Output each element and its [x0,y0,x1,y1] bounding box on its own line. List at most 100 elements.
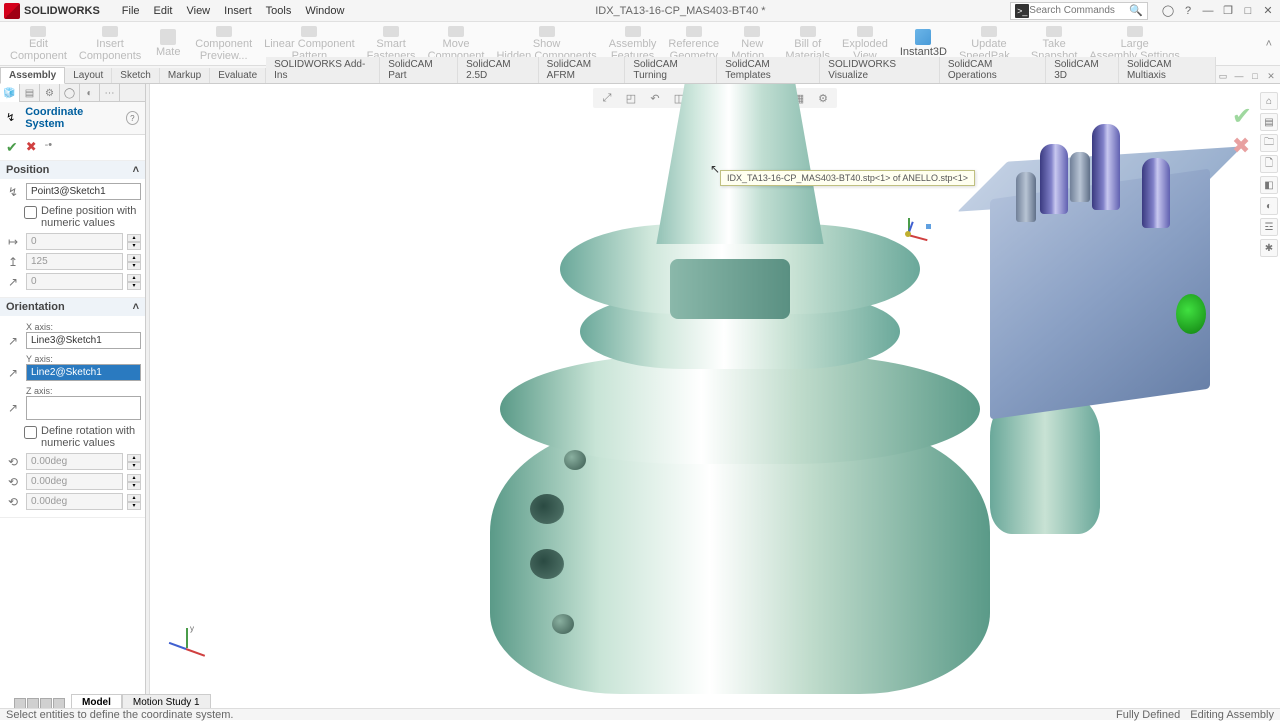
ribbon-expand-icon[interactable]: ˄ [1262,34,1276,54]
pm-tab-display[interactable]: ◯ [60,84,80,102]
cm-tab-solidcam-part[interactable]: SolidCAM Part [380,57,458,83]
pm-tab-config[interactable]: ⚙ [40,84,60,102]
menu-edit[interactable]: Edit [148,3,179,19]
model-screw[interactable] [552,614,574,634]
taskpane-view-palette-icon[interactable]: ◧ [1260,176,1278,194]
z-axis-selection-field[interactable] [26,396,141,420]
rot-y-spinner[interactable]: ▴▾ [127,474,141,490]
user-icon[interactable]: ◯ [1160,3,1176,19]
cm-collapse-icon[interactable]: ▭ [1216,69,1230,83]
model-bore-green[interactable] [1176,294,1206,334]
model-pin[interactable] [1040,144,1068,214]
collapse-icon[interactable]: ˄ [133,164,139,176]
cm-close-icon[interactable]: ✕ [1264,69,1278,83]
taskpane-file-explorer-icon[interactable]: 🗋 [1260,155,1278,173]
pm-orientation-header[interactable]: Orientation ˄ [0,298,145,316]
taskpane-custom-props-icon[interactable]: ☲ [1260,218,1278,236]
model-hole[interactable] [530,494,564,524]
menu-insert[interactable]: Insert [218,3,258,19]
pm-tab-more[interactable]: ⋯ [100,84,120,102]
ribbon-component[interactable]: ComponentPreview... [189,24,258,64]
pos-y-spinner[interactable]: ▴▾ [127,254,141,270]
model-screw[interactable] [564,450,586,470]
cm-tab-solidworks-visualize[interactable]: SOLIDWORKS Visualize [820,57,940,83]
pm-position-header[interactable]: Position ˄ [0,161,145,179]
taskpane-forum-icon[interactable]: ✱ [1260,239,1278,257]
pm-tab-feature[interactable]: 🧊 [0,84,20,102]
cm-tab-solidcam-afrm[interactable]: SolidCAM AFRM [539,57,626,83]
define-position-numeric-input[interactable] [24,206,37,219]
rot-z-field[interactable]: 0.00deg [26,493,123,510]
define-rotation-numeric-checkbox[interactable]: Define rotation with numeric values [4,423,141,453]
pos-x-field[interactable]: 0 [26,233,123,250]
close-icon[interactable]: ✕ [1260,3,1276,19]
collapse-icon[interactable]: ˄ [133,301,139,313]
cm-tab-solidcam-templates[interactable]: SolidCAM Templates [717,57,820,83]
ribbon-mate[interactable]: Mate [147,24,189,64]
cm-tab-solidcam-3d[interactable]: SolidCAM 3D [1046,57,1119,83]
cm-tab-evaluate[interactable]: Evaluate [210,68,266,83]
reverse-z-icon[interactable]: ↗ [4,400,22,416]
rot-x-field[interactable]: 0.00deg [26,453,123,470]
model-part[interactable] [670,259,790,319]
y-axis-selection-field[interactable]: Line2@Sketch1 [26,364,141,381]
menu-window[interactable]: Window [299,3,350,19]
reference-triad[interactable]: y [168,628,208,668]
menu-file[interactable]: File [116,3,146,19]
cm-tab-assembly[interactable]: Assembly [0,67,65,84]
cm-tab-markup[interactable]: Markup [160,68,210,83]
ribbon-insert[interactable]: InsertComponents [73,24,147,64]
ribbon-edit[interactable]: EditComponent [4,24,73,64]
taskpane-home-icon[interactable]: ⌂ [1260,92,1278,110]
rot-y-field[interactable]: 0.00deg [26,473,123,490]
cm-tab-solidcam-operations[interactable]: SolidCAM Operations [940,57,1046,83]
pos-z-spinner[interactable]: ▴▾ [127,274,141,290]
taskpane-appearances-icon[interactable]: ◐ [1260,197,1278,215]
model-part[interactable] [500,354,980,464]
pos-y-field[interactable]: 125 [26,253,123,270]
pm-cancel-button[interactable]: ✖ [26,139,37,156]
origin-point-icon[interactable] [905,231,911,237]
help-icon[interactable]: ? [1180,3,1196,19]
model-part[interactable] [630,84,850,244]
model-pin[interactable] [1070,152,1090,202]
cm-min-icon[interactable]: — [1232,69,1246,83]
taskpane-resources-icon[interactable]: ▤ [1260,113,1278,131]
position-selection-field[interactable]: Point3@Sketch1 [26,183,141,200]
origin-triad[interactable] [900,232,930,262]
search-icon[interactable]: 🔍 [1129,4,1143,17]
model-pin[interactable] [1016,172,1036,222]
reverse-y-icon[interactable]: ↗ [4,365,22,381]
define-position-numeric-checkbox[interactable]: Define position with numeric values [4,203,141,233]
pm-tab-property[interactable]: ▤ [20,84,40,102]
x-axis-selection-field[interactable]: Line3@Sketch1 [26,332,141,349]
confirm-cancel-icon[interactable]: ✖ [1232,133,1252,159]
pm-tab-appearance[interactable]: ◐ [80,84,100,102]
cm-tab-solidcam-2-5d[interactable]: SolidCAM 2.5D [458,57,539,83]
minimize-icon[interactable]: — [1200,3,1216,19]
rot-z-spinner[interactable]: ▴▾ [127,494,141,510]
menu-view[interactable]: View [180,3,216,19]
pos-z-field[interactable]: 0 [26,273,123,290]
origin-handle-icon[interactable] [926,224,931,229]
model-hole[interactable] [530,549,564,579]
pm-pin-button[interactable]: -• [45,139,53,156]
cm-tab-solidcam-multiaxis[interactable]: SolidCAM Multiaxis [1119,57,1216,83]
cm-tab-layout[interactable]: Layout [65,68,112,83]
confirm-ok-icon[interactable]: ✔ [1232,102,1252,131]
rot-x-spinner[interactable]: ▴▾ [127,454,141,470]
maximize-icon[interactable]: □ [1240,3,1256,19]
define-rotation-numeric-input[interactable] [24,426,37,439]
cm-max-icon[interactable]: □ [1248,69,1262,83]
model-pin[interactable] [1142,158,1170,228]
reverse-x-icon[interactable]: ↗ [4,333,22,349]
pos-x-spinner[interactable]: ▴▾ [127,234,141,250]
model-pin[interactable] [1092,124,1120,210]
graphics-area[interactable]: ⤢ ◰ ↶ ◫ ⬚ ◐ 👁 🎨 ▦ ⚙ [150,84,1280,698]
pm-help-icon[interactable]: ? [126,111,139,125]
taskpane-design-lib-icon[interactable]: 🗀 [1260,134,1278,152]
cm-tab-sketch[interactable]: Sketch [112,68,160,83]
pm-ok-button[interactable]: ✔ [6,139,18,156]
cm-tab-solidworks-add-ins[interactable]: SOLIDWORKS Add-Ins [266,57,380,83]
search-commands[interactable]: >_ 🔍 [1010,2,1148,20]
